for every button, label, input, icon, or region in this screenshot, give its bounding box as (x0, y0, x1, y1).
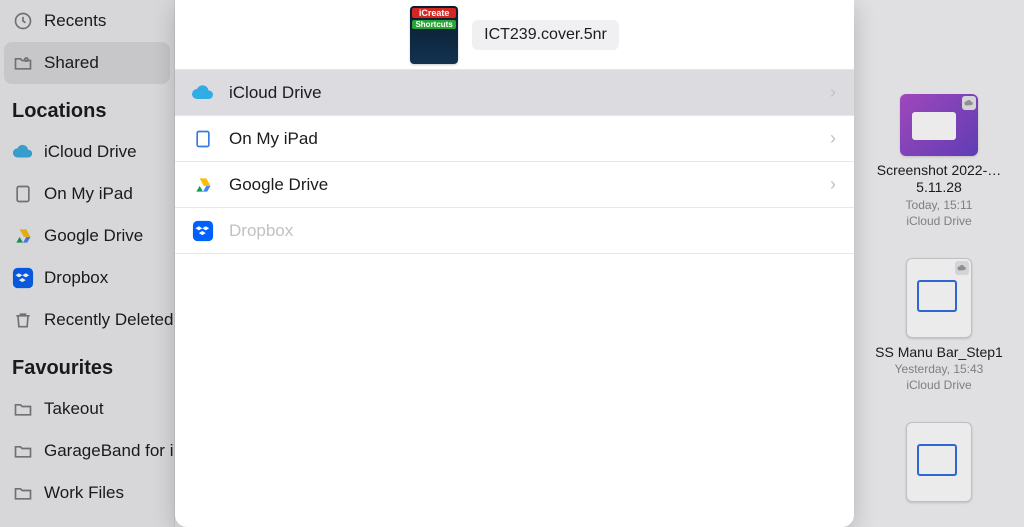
sidebar-item-recently-deleted[interactable]: Recently Deleted (0, 299, 174, 341)
google-drive-icon (191, 173, 215, 197)
location-label: iCloud Drive (229, 83, 816, 103)
google-drive-icon (12, 225, 34, 247)
chevron-right-icon: › (830, 82, 836, 103)
location-row-google-drive[interactable]: Google Drive › (175, 162, 854, 208)
file-thumbnail (906, 422, 972, 502)
sidebar-item-dropbox[interactable]: Dropbox (0, 257, 174, 299)
file-name: SS Manu Bar_Step1 (875, 344, 1003, 361)
sidebar-item-icloud-drive[interactable]: iCloud Drive (0, 131, 174, 173)
sidebar-item-shared[interactable]: Shared (4, 42, 170, 84)
trash-icon (12, 309, 34, 331)
file-date: Today, 15:11 (906, 198, 973, 212)
chevron-right-icon: › (830, 174, 836, 195)
ipad-icon (12, 183, 34, 205)
dropbox-icon (12, 267, 34, 289)
save-location-sheet: iCreate Shortcuts ICT239.cover.5nr iClou… (175, 0, 854, 527)
file-item-partial[interactable] (860, 422, 1018, 502)
sidebar-item-label: iCloud Drive (44, 142, 137, 162)
sidebar-item-on-my-ipad[interactable]: On My iPad (0, 173, 174, 215)
sidebar: Recents Shared Locations iCloud Drive On… (0, 0, 175, 527)
location-label: Dropbox (229, 221, 836, 241)
file-name-field[interactable]: ICT239.cover.5nr (472, 20, 619, 50)
file-thumbnail (906, 258, 972, 338)
sidebar-item-label: Takeout (44, 399, 104, 419)
sidebar-item-label: Shared (44, 53, 99, 73)
file-grid: Screenshot 2022-…5.11.28 Today, 15:11 iC… (854, 0, 1024, 527)
sidebar-item-google-drive[interactable]: Google Drive (0, 215, 174, 257)
sidebar-item-label: Recents (44, 11, 106, 31)
icloud-icon (12, 141, 34, 163)
location-label: On My iPad (229, 129, 816, 149)
file-item-screenshot[interactable]: Screenshot 2022-…5.11.28 Today, 15:11 iC… (860, 94, 1018, 228)
dropbox-icon (191, 219, 215, 243)
file-date: Yesterday, 15:43 (895, 362, 984, 376)
file-name: Screenshot 2022-…5.11.28 (860, 162, 1018, 196)
section-header-locations: Locations (0, 84, 174, 131)
location-row-icloud-drive[interactable]: iCloud Drive › (175, 70, 854, 116)
cloud-status-icon (962, 96, 976, 110)
file-item-ss-manu[interactable]: SS Manu Bar_Step1 Yesterday, 15:43 iClou… (860, 258, 1018, 393)
shared-folder-icon (12, 52, 34, 74)
icloud-icon (191, 81, 215, 105)
location-row-dropbox: Dropbox (175, 208, 854, 254)
location-list: iCloud Drive › On My iPad › Google Drive… (175, 70, 854, 254)
sidebar-item-label: Work Files (44, 483, 124, 503)
cloud-status-icon (955, 261, 969, 275)
folder-icon (12, 398, 34, 420)
sidebar-item-recents[interactable]: Recents (0, 0, 174, 42)
section-header-favourites: Favourites (0, 341, 174, 388)
folder-icon (12, 440, 34, 462)
clock-icon (12, 10, 34, 32)
file-cover-thumbnail: iCreate Shortcuts (410, 6, 458, 64)
location-row-on-my-ipad[interactable]: On My iPad › (175, 116, 854, 162)
sidebar-item-label: Google Drive (44, 226, 143, 246)
sidebar-item-label: Dropbox (44, 268, 108, 288)
file-location: iCloud Drive (906, 378, 971, 392)
location-label: Google Drive (229, 175, 816, 195)
file-thumbnail (900, 94, 978, 156)
sidebar-item-label: On My iPad (44, 184, 133, 204)
chevron-right-icon: › (830, 128, 836, 149)
sidebar-item-work-files[interactable]: Work Files (0, 472, 174, 514)
file-location: iCloud Drive (906, 214, 971, 228)
sidebar-item-takeout[interactable]: Takeout (0, 388, 174, 430)
sidebar-item-label: Recently Deleted (44, 310, 173, 330)
folder-icon (12, 482, 34, 504)
sidebar-item-label: GarageBand for i (44, 441, 173, 461)
sheet-header: iCreate Shortcuts ICT239.cover.5nr (175, 0, 854, 70)
ipad-icon (191, 127, 215, 151)
sidebar-item-garageband[interactable]: GarageBand for i (0, 430, 174, 472)
